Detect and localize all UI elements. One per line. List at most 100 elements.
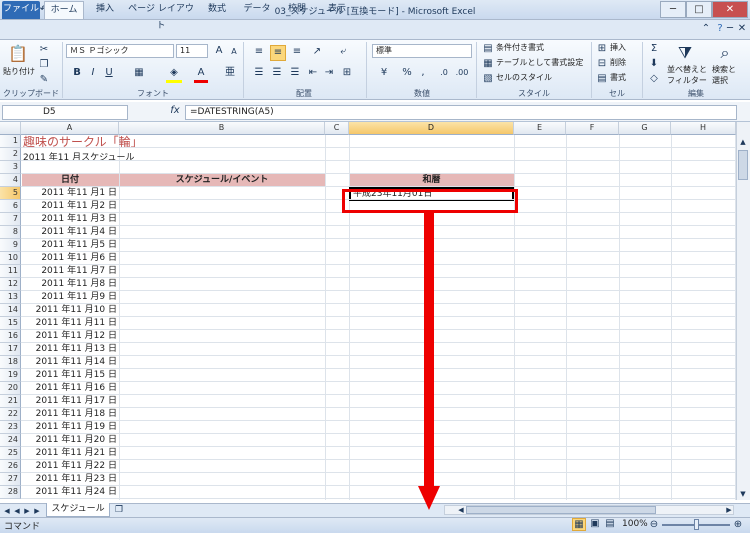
date-cell[interactable]: 2011 年11 月2 日 <box>21 200 119 213</box>
align-bottom-icon[interactable]: ≡ <box>290 45 304 59</box>
format-cells-button[interactable]: 書式 <box>610 72 626 84</box>
insert-cells-button[interactable]: 挿入 <box>610 42 626 54</box>
date-cell[interactable]: 2011 年11 月12 日 <box>21 330 119 343</box>
row-header[interactable]: 21 <box>0 395 21 408</box>
sheet-tab-schedule[interactable]: スケジュール <box>46 503 110 517</box>
column-header-b[interactable]: B <box>119 122 325 135</box>
select-all-corner[interactable] <box>0 122 21 135</box>
table-format-button[interactable]: テーブルとして書式設定 <box>496 57 583 69</box>
increase-indent-icon[interactable]: ⇥ <box>322 66 336 80</box>
decrease-indent-icon[interactable]: ⇤ <box>306 66 320 80</box>
date-cell[interactable]: 2011 年11 月1 日 <box>21 187 119 200</box>
format-painter-icon[interactable]: ✎ <box>38 73 50 87</box>
row-header[interactable]: 12 <box>0 278 21 291</box>
name-box[interactable]: D5 <box>2 105 128 120</box>
date-cell[interactable]: 2011 年11 月10 日 <box>21 304 119 317</box>
currency-icon[interactable]: ¥ <box>376 66 392 80</box>
insert-cells-icon[interactable]: ⊞ <box>596 42 608 56</box>
tab-formulas[interactable]: 数式 <box>200 1 234 19</box>
comma-icon[interactable]: , <box>416 66 430 80</box>
column-header-d[interactable]: D <box>349 122 514 135</box>
date-cell[interactable]: 2011 年11 月9 日 <box>21 291 119 304</box>
column-header-e[interactable]: E <box>514 122 566 135</box>
row-header[interactable]: 4 <box>0 174 21 187</box>
tab-page-layout[interactable]: ページ レイアウト <box>126 1 196 31</box>
row-header[interactable]: 24 <box>0 434 21 447</box>
tab-view[interactable]: 表示 <box>320 1 354 19</box>
date-cell[interactable]: 2011 年11 月5 日 <box>21 239 119 252</box>
align-right-icon[interactable]: ☰ <box>288 66 302 80</box>
row-header[interactable]: 20 <box>0 382 21 395</box>
row-header[interactable]: 2 <box>0 148 21 161</box>
tab-file[interactable]: ファイル <box>2 1 40 19</box>
row-header[interactable]: 23 <box>0 421 21 434</box>
row-header[interactable]: 6 <box>0 200 21 213</box>
page-layout-view-icon[interactable]: ▣ <box>588 518 602 531</box>
date-cell[interactable]: 2011 年11 月8 日 <box>21 278 119 291</box>
date-cell[interactable]: 2011 年11 月22 日 <box>21 460 119 473</box>
new-sheet-icon[interactable]: ❐ <box>112 503 126 517</box>
bold-icon[interactable]: B <box>70 66 84 80</box>
fill-icon[interactable]: ⬇ <box>648 57 660 71</box>
clear-icon[interactable]: ◇ <box>648 72 660 86</box>
zoom-in-icon[interactable]: ⊕ <box>732 518 744 532</box>
formula-input[interactable]: =DATESTRING(A5) <box>185 105 737 120</box>
conditional-format-icon[interactable]: ▤ <box>482 42 494 56</box>
find-select-icon[interactable]: ⌕ <box>714 42 736 64</box>
sort-filter-label-2[interactable]: フィルター <box>667 75 707 87</box>
hscroll-left-icon[interactable]: ◀ <box>456 503 466 517</box>
table-format-icon[interactable]: ▦ <box>482 57 494 71</box>
tab-insert[interactable]: 挿入 <box>88 1 122 19</box>
sheet-nav-first-icon[interactable]: ◀ <box>2 504 12 518</box>
wrap-text-icon[interactable]: ⤶ <box>336 45 350 59</box>
delete-cells-button[interactable]: 削除 <box>610 57 626 69</box>
ribbon-minimize-icon[interactable]: ⌃ <box>700 22 712 36</box>
orientation-icon[interactable]: ↗ <box>310 45 324 59</box>
row-header[interactable]: 25 <box>0 447 21 460</box>
delete-cells-icon[interactable]: ⊟ <box>596 57 608 71</box>
column-header-f[interactable]: F <box>566 122 619 135</box>
align-middle-icon[interactable]: ≡ <box>270 45 286 61</box>
row-header[interactable]: 5 <box>0 187 21 200</box>
row-header[interactable]: 18 <box>0 356 21 369</box>
date-cell[interactable]: 2011 年11 月20 日 <box>21 434 119 447</box>
column-header-a[interactable]: A <box>21 122 119 135</box>
date-cell[interactable]: 2011 年11 月4 日 <box>21 226 119 239</box>
column-header-g[interactable]: G <box>619 122 671 135</box>
date-cell[interactable]: 2011 年11 月23 日 <box>21 473 119 486</box>
underline-icon[interactable]: U <box>102 66 116 80</box>
find-select-label-2[interactable]: 選択 <box>712 75 728 87</box>
row-header[interactable]: 1 <box>0 135 21 148</box>
zoom-level[interactable]: 100% <box>622 519 648 529</box>
row-header[interactable]: 3 <box>0 161 21 174</box>
hscroll-thumb[interactable] <box>466 506 656 514</box>
tab-review[interactable]: 校閲 <box>280 1 314 19</box>
cell-style-icon[interactable]: ▧ <box>482 72 494 86</box>
cell-style-button[interactable]: セルのスタイル <box>496 72 552 84</box>
paste-button[interactable]: 貼り付け <box>3 66 35 78</box>
date-cell[interactable]: 2011 年11 月18 日 <box>21 408 119 421</box>
align-top-icon[interactable]: ≡ <box>252 45 266 59</box>
column-header-c[interactable]: C <box>325 122 349 135</box>
page-break-view-icon[interactable]: ▤ <box>603 518 617 531</box>
fill-color-icon[interactable]: ◈ <box>166 66 182 83</box>
insert-function-icon[interactable]: fx <box>168 104 182 118</box>
date-cell[interactable]: 2011 年11 月24 日 <box>21 486 119 499</box>
sheet-nav-last-icon[interactable]: ▶ <box>32 504 42 518</box>
zoom-out-icon[interactable]: ⊖ <box>648 518 660 532</box>
date-cell[interactable]: 2011 年11 月13 日 <box>21 343 119 356</box>
row-header[interactable]: 22 <box>0 408 21 421</box>
conditional-format-button[interactable]: 条件付き書式 <box>496 42 544 54</box>
align-left-icon[interactable]: ☰ <box>252 66 266 80</box>
date-cell[interactable]: 2011 年11 月6 日 <box>21 252 119 265</box>
percent-icon[interactable]: % <box>400 66 414 80</box>
shrink-font-icon[interactable]: A <box>228 45 240 59</box>
increase-decimal-icon[interactable]: .0 <box>436 66 452 80</box>
row-header[interactable]: 11 <box>0 265 21 278</box>
cell-a2-subtitle[interactable]: 2011 年11 月スケジュール <box>23 152 134 165</box>
cut-icon[interactable]: ✂ <box>38 43 50 57</box>
sheet-nav-prev-icon[interactable]: ◀ <box>12 504 22 518</box>
zoom-slider-thumb[interactable] <box>694 519 699 530</box>
tab-home[interactable]: ホーム <box>44 1 84 19</box>
align-center-icon[interactable]: ☰ <box>270 66 284 80</box>
